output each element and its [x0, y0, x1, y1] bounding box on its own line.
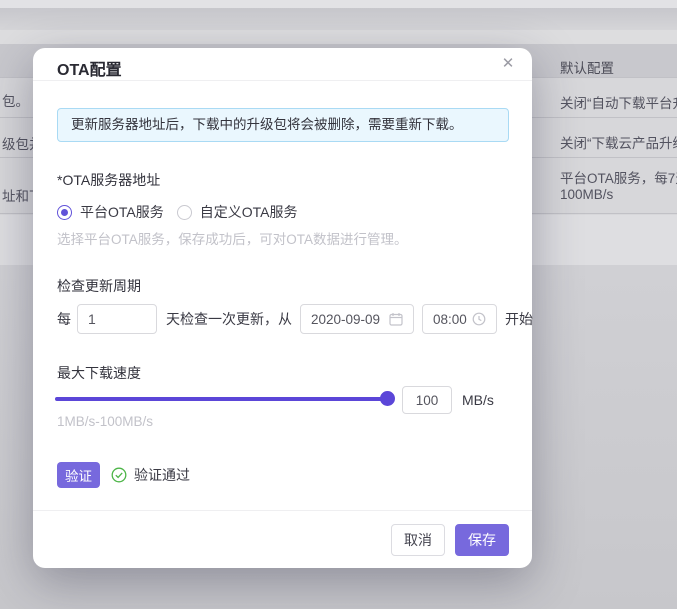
- radio-platform-ota[interactable]: 平台OTA服务: [57, 202, 164, 222]
- radio-label[interactable]: 自定义OTA服务: [200, 202, 298, 222]
- verify-button[interactable]: 验证: [57, 462, 100, 488]
- radio-unselected-icon[interactable]: [177, 205, 192, 220]
- cancel-button[interactable]: 取消: [391, 524, 445, 556]
- server-address-label: *OTA服务器地址: [57, 170, 160, 190]
- clock-icon: [472, 312, 486, 326]
- modal-title: OTA配置: [57, 56, 122, 80]
- slider-handle[interactable]: [380, 391, 395, 406]
- speed-value-input[interactable]: [402, 386, 452, 414]
- speed-range-hint: 1MB/s-100MB/s: [57, 414, 153, 429]
- modal-footer: 取消 保存: [33, 510, 532, 568]
- period-middle-text: 天检查一次更新，从: [166, 309, 292, 329]
- speed-unit: MB/s: [462, 385, 494, 415]
- period-prefix: 每: [57, 309, 71, 329]
- success-check-icon: [111, 467, 127, 483]
- radio-selected-icon[interactable]: [57, 205, 72, 220]
- ota-config-modal: OTA配置 ✕ 更新服务器地址后，下载中的升级包将会被删除，需要重新下载。 *O…: [33, 48, 532, 568]
- info-alert: 更新服务器地址后，下载中的升级包将会被删除，需要重新下载。: [57, 108, 509, 142]
- check-period-label: 检查更新周期: [57, 276, 141, 296]
- time-value[interactable]: 08:00: [433, 312, 467, 327]
- date-picker[interactable]: 2020-09-09: [300, 304, 414, 334]
- time-picker[interactable]: 08:00: [422, 304, 497, 334]
- server-section-hint: 选择平台OTA服务，保存成功后，可对OTA数据进行管理。: [57, 228, 408, 248]
- verify-row: 验证 验证通过: [57, 462, 190, 488]
- radio-custom-ota[interactable]: 自定义OTA服务: [177, 202, 298, 222]
- max-speed-label: 最大下载速度: [57, 363, 141, 383]
- period-suffix: 开始: [505, 309, 533, 329]
- ota-service-radio-group: 平台OTA服务 自定义OTA服务: [57, 202, 298, 222]
- modal-header-divider: [33, 80, 532, 81]
- days-input[interactable]: [77, 304, 157, 334]
- date-value[interactable]: 2020-09-09: [311, 312, 380, 327]
- slider-track[interactable]: [55, 397, 390, 401]
- save-button[interactable]: 保存: [455, 524, 509, 556]
- radio-label[interactable]: 平台OTA服务: [80, 202, 164, 222]
- download-speed-slider-row: MB/s: [55, 385, 509, 415]
- check-period-row: 每 天检查一次更新，从 2020-09-09 08:00 开始: [57, 304, 533, 334]
- close-icon[interactable]: ✕: [497, 53, 519, 75]
- calendar-icon: [389, 312, 403, 326]
- verify-status-text: 验证通过: [134, 465, 190, 485]
